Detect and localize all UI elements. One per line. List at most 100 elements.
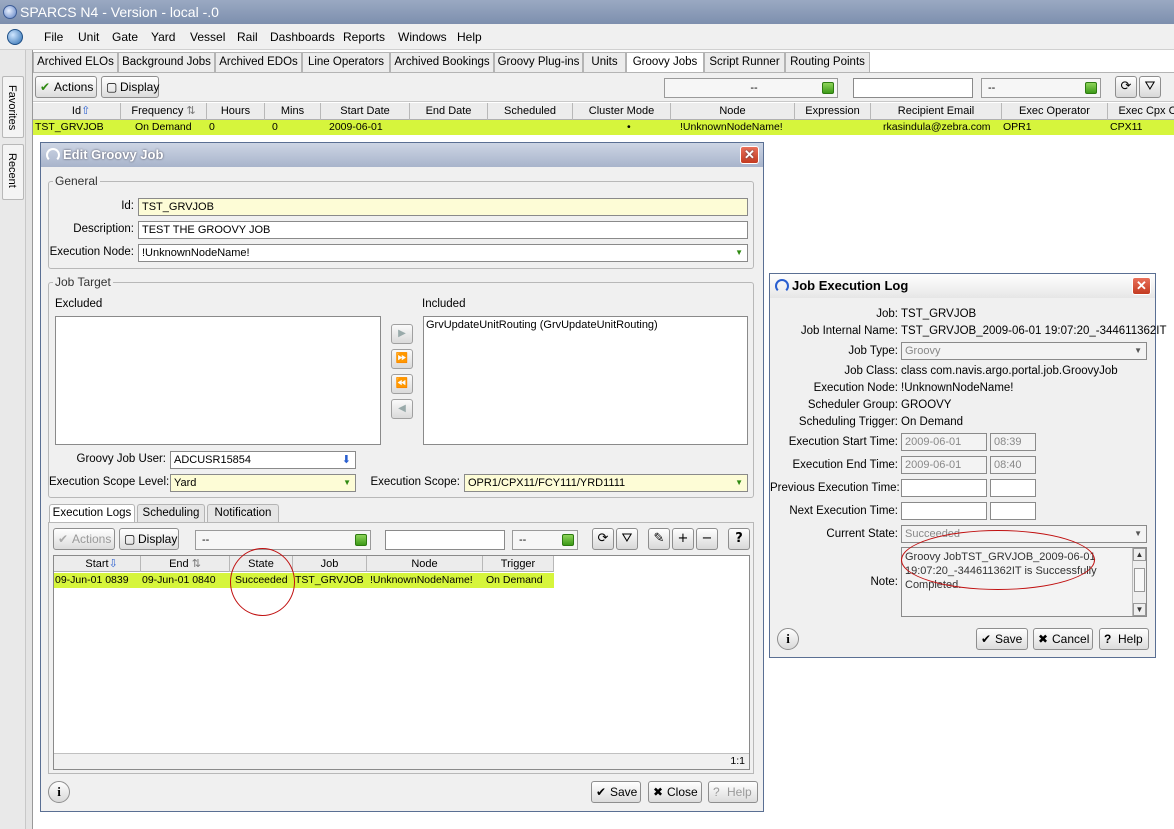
id-field[interactable]: TST_GRVJOB [138,198,748,216]
move-left-icon[interactable]: ◀ [391,399,413,419]
logs-filter-combo-2[interactable]: -- [512,530,578,550]
logs-display-button[interactable]: ▢ Display [119,528,179,550]
tab-archived-edos[interactable]: Archived EDOs [215,52,302,72]
move-right-icon[interactable]: ▶ [391,324,413,344]
filter-icon[interactable]: ⛛ [1139,76,1161,98]
logs-actions-button[interactable]: ✔ Actions [53,528,115,550]
tab-notification[interactable]: Notification [207,504,279,522]
prev-date-field[interactable] [901,479,987,497]
col-end-date[interactable]: End Date [410,103,488,120]
log-window-title[interactable]: Job Execution Log ✕ [770,274,1155,298]
excluded-list[interactable] [55,316,381,445]
col-exec-operator[interactable]: Exec Operator [1002,103,1108,120]
col-mins[interactable]: Mins [265,103,321,120]
help-button[interactable]: ? Help [708,781,758,803]
tab-script-runner[interactable]: Script Runner [704,52,785,72]
favorites-tab[interactable]: Favorites [2,76,24,138]
menu-windows[interactable]: Windows [398,30,447,44]
close-icon[interactable]: ✕ [1132,277,1151,295]
log-cancel-button[interactable]: ✖ Cancel [1033,628,1093,650]
scroll-thumb[interactable] [1134,568,1145,592]
close-icon[interactable]: ✕ [740,146,759,164]
prev-time-field[interactable] [990,479,1036,497]
note-scrollbar[interactable]: ▲ ▼ [1132,548,1146,616]
col-recipient-email[interactable]: Recipient Email [871,103,1002,120]
tab-groovy-jobs[interactable]: Groovy Jobs [626,52,704,73]
col-node[interactable]: Node [367,556,483,572]
tab-archived-elos[interactable]: Archived ELOs [33,52,118,72]
end-date-field[interactable]: 2009-06-01 [901,456,987,474]
tab-scheduling[interactable]: Scheduling [137,504,205,522]
tab-line-operators[interactable]: Line Operators [302,52,390,72]
tab-groovy-plugins[interactable]: Groovy Plug-ins [494,52,583,72]
save-button[interactable]: ✔ Save [591,781,641,803]
edit-window-title[interactable]: Edit Groovy Job ✕ [41,143,763,167]
move-all-right-icon[interactable]: ⏩ [391,349,413,369]
left-divider[interactable] [26,50,33,829]
menu-yard[interactable]: Yard [151,30,175,44]
refresh-icon[interactable]: ⟳ [592,528,614,550]
tab-units[interactable]: Units [583,52,626,72]
col-hours[interactable]: Hours [207,103,265,120]
table-row[interactable]: TST_GRVJOB On Demand 0 0 2009-06-01 • !U… [33,120,1174,135]
refresh-icon[interactable]: ⟳ [1115,76,1137,98]
list-item[interactable]: GrvUpdateUnitRouting (GrvUpdateUnitRouti… [424,317,747,333]
menu-unit[interactable]: Unit [78,30,99,44]
globe-icon[interactable] [7,29,23,45]
col-cluster-mode[interactable]: Cluster Mode [573,103,671,120]
menu-help[interactable]: Help [457,30,482,44]
included-list[interactable]: GrvUpdateUnitRouting (GrvUpdateUnitRouti… [423,316,748,445]
scroll-down-icon[interactable]: ▼ [1133,603,1146,616]
col-exec-cpx[interactable]: Exec Cpx C [1108,103,1174,120]
col-frequency[interactable]: Frequency ⇅ [121,103,207,120]
execution-scope-select[interactable]: OPR1/CPX11/FCY111/YRD1111 ▼ [464,474,748,492]
move-all-left-icon[interactable]: ⏪ [391,374,413,394]
table-row[interactable]: 09-Jun-01 0839 09-Jun-01 0840 Succeeded … [54,573,554,588]
col-start-date[interactable]: Start Date [321,103,410,120]
close-button[interactable]: ✖ Close [648,781,702,803]
menu-reports[interactable]: Reports [343,30,385,44]
lookup-arrow-icon[interactable]: ⬇ [342,452,351,468]
col-node[interactable]: Node [671,103,795,120]
menu-gate[interactable]: Gate [112,30,138,44]
tab-routing-points[interactable]: Routing Points [785,52,870,72]
recent-tab[interactable]: Recent [2,144,24,200]
add-icon[interactable]: + [672,528,694,550]
tab-execution-logs[interactable]: Execution Logs [49,504,135,523]
log-save-button[interactable]: ✔ Save [976,628,1028,650]
col-end[interactable]: End ⇅ [141,556,230,572]
filter-combo-2[interactable]: -- [981,78,1101,98]
menu-vessel[interactable]: Vessel [190,30,225,44]
tab-archived-bookings[interactable]: Archived Bookings [390,52,494,72]
next-time-field[interactable] [990,502,1036,520]
col-scheduled[interactable]: Scheduled [488,103,573,120]
start-date-field[interactable]: 2009-06-01 [901,433,987,451]
end-time-field[interactable]: 08:40 [990,456,1036,474]
next-date-field[interactable] [901,502,987,520]
execution-node-select[interactable]: !UnknownNodeName! ▼ [138,244,748,262]
logs-filter-input[interactable] [385,530,505,550]
remove-icon[interactable]: − [696,528,718,550]
execution-scope-level-select[interactable]: Yard ▼ [170,474,356,492]
start-time-field[interactable]: 08:39 [990,433,1036,451]
col-job[interactable]: Job [293,556,367,572]
menu-file[interactable]: File [44,30,63,44]
actions-button[interactable]: ✔ Actions [35,76,97,98]
filter-input[interactable] [853,78,973,98]
job-type-select[interactable]: Groovy ▼ [901,342,1147,360]
col-expression[interactable]: Expression [795,103,871,120]
description-field[interactable]: TEST THE GROOVY JOB [138,221,748,239]
filter-combo[interactable]: -- [664,78,838,98]
info-icon[interactable]: i [777,628,799,650]
menu-rail[interactable]: Rail [237,30,258,44]
log-help-button[interactable]: ? Help [1099,628,1149,650]
tab-background-jobs[interactable]: Background Jobs [118,52,215,72]
col-id[interactable]: Id ⇧ [33,103,121,120]
edit-icon[interactable]: ✎ [648,528,670,550]
filter-icon[interactable]: ⛛ [616,528,638,550]
display-button[interactable]: ▢ Display [101,76,159,98]
scroll-up-icon[interactable]: ▲ [1133,548,1146,561]
logs-filter-combo[interactable]: -- [195,530,371,550]
help-icon[interactable]: ? [728,528,750,550]
groovy-job-user-field[interactable]: ADCUSR15854 ⬇ [170,451,356,469]
